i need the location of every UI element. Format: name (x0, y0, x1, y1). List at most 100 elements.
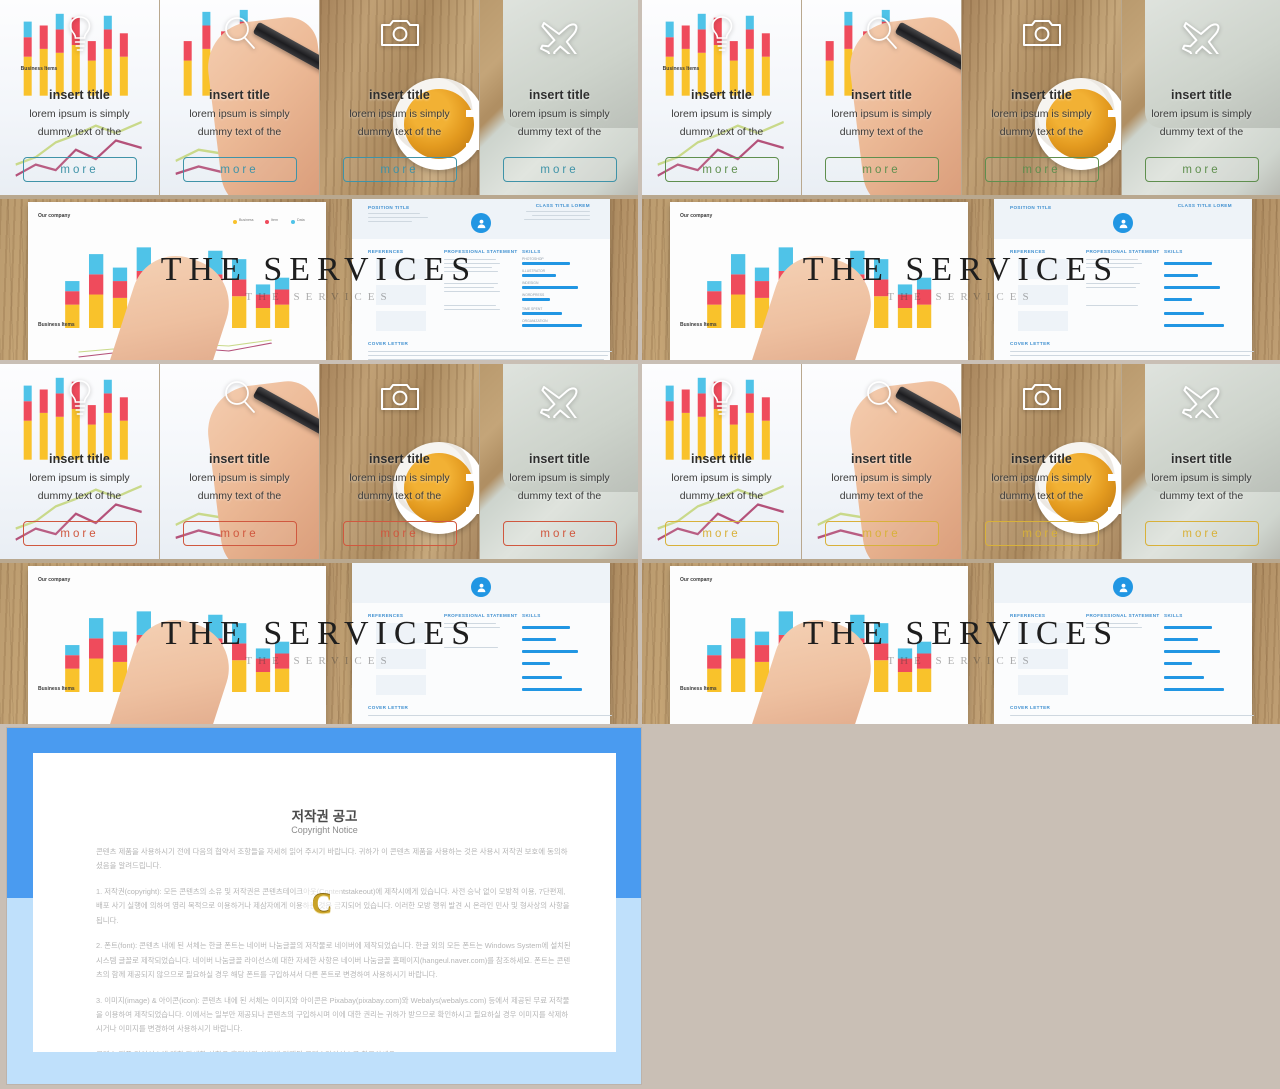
feature-text-block: insert title lorem ipsum is simply dummy… (642, 88, 801, 138)
preview-quadrant-yellow[interactable]: insert title lorem ipsum is simply dummy… (642, 364, 1280, 724)
feature-text-block: insert title lorem ipsum is simply dummy… (160, 452, 319, 502)
skill-label: TIME SPENT (522, 307, 543, 311)
camera-icon (1021, 14, 1063, 50)
feature-text-block: insert title lorem ipsum is simply dummy… (320, 88, 479, 138)
more-button[interactable]: more (182, 521, 297, 546)
feature-column-2[interactable]: insert title lorem ipsum is simply dummy… (802, 364, 961, 559)
feature-column-4[interactable]: insert title lorem ipsum is simply dummy… (1122, 0, 1280, 195)
feature-body-line-1: lorem ipsum is simply (991, 472, 1092, 484)
avatar (1113, 577, 1133, 597)
feature-body-line-1: lorem ipsum is simply (29, 472, 130, 484)
feature-column-3[interactable]: insert title lorem ipsum is simply dummy… (962, 0, 1121, 195)
feature-column-3[interactable]: insert title lorem ipsum is simply dummy… (320, 364, 479, 559)
feature-title: insert title (851, 88, 912, 102)
feature-body-line-2: dummy text of the (517, 126, 602, 138)
chart-footer-label: Business Items (38, 686, 75, 692)
skill-bar (1164, 324, 1224, 327)
feature-body-line-2: dummy text of the (679, 126, 764, 138)
feature-column-3[interactable]: insert title lorem ipsum is simply dummy… (962, 364, 1121, 559)
feature-body-line-2: dummy text of the (999, 126, 1084, 138)
feature-title: insert title (529, 452, 590, 466)
legend-swatch-business (233, 220, 237, 224)
resume-header-left-title: POSITION TITLE (368, 205, 410, 210)
feature-body-line-2: dummy text of the (1159, 490, 1244, 502)
avatar (471, 213, 491, 233)
copyright-paragraph-intro: 콘텐츠 제품을 사용하시기 전에 다음의 협약서 조항들을 자세히 읽어 주시기… (96, 847, 568, 871)
more-button[interactable]: more (1144, 521, 1259, 546)
more-button[interactable]: more (824, 157, 939, 182)
resume-section-cover-letter: COVER LETTER (368, 341, 409, 346)
feature-body-line-2: dummy text of the (197, 490, 282, 502)
feature-column-1[interactable]: insert title lorem ipsum is simply dummy… (0, 364, 159, 559)
feature-body-line-1: lorem ipsum is simply (349, 472, 450, 484)
feature-body-line-1: lorem ipsum is simply (189, 108, 290, 120)
more-button[interactable]: more (664, 521, 779, 546)
feature-text-block: insert title lorem ipsum is simply dummy… (1122, 88, 1280, 138)
more-button[interactable]: more (22, 157, 137, 182)
feature-title: insert title (1171, 88, 1232, 102)
feature-text-block: insert title lorem ipsum is simply dummy… (160, 88, 319, 138)
feature-column-2[interactable]: insert title lorem ipsum is simply dummy… (160, 0, 319, 195)
more-button[interactable]: more (182, 157, 297, 182)
legend-label-business: Business (239, 218, 254, 222)
services-slide[interactable]: Our company (642, 199, 1280, 360)
more-button[interactable]: more (984, 521, 1099, 546)
feature-title: insert title (49, 88, 110, 102)
feature-column-1[interactable]: Business Items insert title lorem ipsum … (0, 0, 159, 195)
more-button[interactable]: more (22, 521, 137, 546)
feature-body-line-2: dummy text of the (999, 490, 1084, 502)
preview-quadrant-green[interactable]: Business Items insert title lorem ipsum … (642, 0, 1280, 360)
more-button[interactable]: more (664, 157, 779, 182)
feature-body-line-1: lorem ipsum is simply (29, 108, 130, 120)
feature-title: insert title (529, 88, 590, 102)
more-button[interactable]: more (502, 521, 617, 546)
magnifier-icon (221, 378, 259, 418)
feature-column-1[interactable]: Business Items insert title lorem ipsum … (642, 0, 801, 195)
services-slide[interactable]: Our company (642, 563, 1280, 724)
more-button[interactable]: more (1144, 157, 1259, 182)
skill-bar (522, 312, 562, 315)
legend-label-data: Data (297, 218, 305, 222)
feature-text-block: insert title lorem ipsum is simply dummy… (320, 452, 479, 502)
feature-body-line-1: lorem ipsum is simply (349, 108, 450, 120)
preview-quadrant-red[interactable]: insert title lorem ipsum is simply dummy… (0, 364, 638, 724)
magnifier-icon (221, 14, 259, 54)
chart-title: Our company (38, 213, 71, 219)
skill-bar (1164, 676, 1204, 679)
skill-bar (522, 676, 562, 679)
more-button[interactable]: more (342, 521, 457, 546)
feature-title: insert title (49, 452, 110, 466)
feature-title: insert title (369, 452, 430, 466)
feature-slide-blue: Business Items insert title lorem ipsum … (0, 0, 638, 195)
avatar (1113, 213, 1133, 233)
feature-column-1[interactable]: insert title lorem ipsum is simply dummy… (642, 364, 801, 559)
feature-column-2[interactable]: insert title lorem ipsum is simply dummy… (802, 0, 961, 195)
template-preview-grid: Business Items insert title lorem ipsum … (0, 0, 1280, 724)
chart-title: Our company (38, 577, 71, 583)
resume-header-left-title: POSITION TITLE (1010, 205, 1052, 210)
more-button[interactable]: more (502, 157, 617, 182)
feature-column-4[interactable]: insert title lorem ipsum is simply dummy… (480, 364, 638, 559)
copyright-title-ko: 저작권 공고 (291, 809, 358, 824)
feature-column-3[interactable]: insert title lorem ipsum is simply dummy… (320, 0, 479, 195)
feature-body-line-1: lorem ipsum is simply (1151, 108, 1252, 120)
feature-body-line-1: lorem ipsum is simply (671, 472, 772, 484)
feature-column-4[interactable]: insert title lorem ipsum is simply dummy… (1122, 364, 1280, 559)
feature-text-block: insert title lorem ipsum is simply dummy… (962, 88, 1121, 138)
legend-swatch-data (291, 220, 295, 224)
services-headline-shadow: THE SERVICES (887, 291, 1035, 303)
feature-column-4[interactable]: insert title lorem ipsum is simply dummy… (480, 0, 638, 195)
feature-body-line-2: dummy text of the (357, 126, 442, 138)
services-slide[interactable]: Our company Business Item Data Business … (0, 199, 638, 360)
feature-slide-green: Business Items insert title lorem ipsum … (642, 0, 1280, 195)
services-slide[interactable]: Our company (0, 563, 638, 724)
preview-quadrant-blue[interactable]: Business Items insert title lorem ipsum … (0, 0, 638, 360)
more-button[interactable]: more (984, 157, 1099, 182)
feature-body-line-2: dummy text of the (37, 490, 122, 502)
more-button[interactable]: more (342, 157, 457, 182)
feature-text-block: insert title lorem ipsum is simply dummy… (642, 452, 801, 502)
more-button[interactable]: more (824, 521, 939, 546)
skill-bar (1164, 312, 1204, 315)
services-headline-shadow: THE SERVICES (887, 655, 1035, 667)
feature-column-2[interactable]: insert title lorem ipsum is simply dummy… (160, 364, 319, 559)
